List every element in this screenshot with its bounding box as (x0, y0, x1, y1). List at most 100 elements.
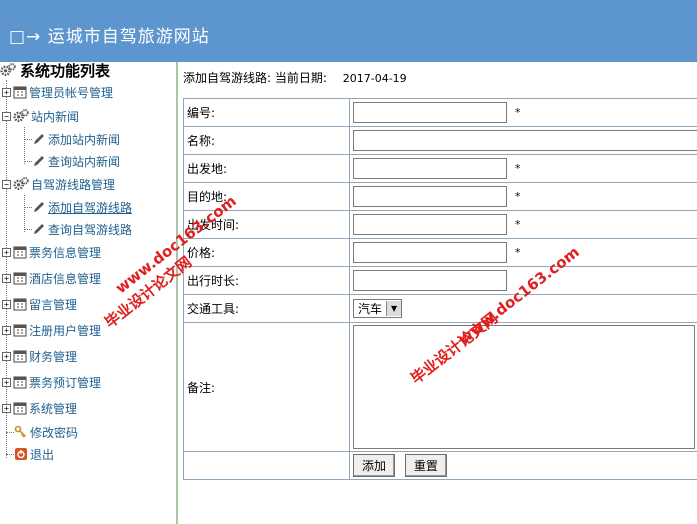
calendar-icon (13, 298, 27, 311)
tree-tick (24, 229, 32, 230)
field-cell: * (349, 238, 697, 267)
field-label: 价格: (183, 238, 350, 267)
power-icon (15, 448, 27, 460)
expand-icon[interactable]: + (2, 351, 11, 361)
expand-icon[interactable]: + (2, 87, 11, 97)
collapse-icon[interactable]: − (2, 111, 11, 121)
form-row-id: 编号: * (183, 98, 697, 127)
menu-label: 票务信息管理 (29, 245, 102, 260)
tree-branch-news (24, 127, 25, 164)
pencil-icon (34, 202, 44, 212)
menu-label: 注册用户管理 (29, 323, 102, 338)
current-date: 2017-04-19 (342, 72, 407, 85)
pencil-icon (34, 134, 44, 144)
menu-users[interactable]: + 注册用户管理 (2, 321, 101, 339)
tree-tick (6, 432, 14, 433)
menu-finance[interactable]: + 财务管理 (2, 347, 77, 365)
menu-label: 票务预订管理 (29, 375, 102, 390)
remark-textarea[interactable] (353, 325, 695, 449)
collapse-icon[interactable]: − (2, 179, 11, 189)
form-row-actions: 添加 重置 (183, 451, 697, 480)
menu-system[interactable]: + 系统管理 (2, 399, 77, 417)
gears-icon (13, 177, 29, 190)
menu-booking[interactable]: + 票务预订管理 (2, 373, 101, 391)
breadcrumb: 添加自驾游线路: 当前日期: 2017-04-19 (183, 69, 407, 86)
form-row-price: 价格: * (183, 238, 697, 267)
expand-icon[interactable]: + (2, 247, 11, 257)
expand-icon[interactable]: + (2, 325, 11, 335)
menu-admin-account[interactable]: + 管理员帐号管理 (2, 83, 113, 101)
menu-label: 酒店信息管理 (29, 271, 102, 286)
breadcrumb-text: 添加自驾游线路: 当前日期: (183, 71, 327, 85)
menu-label: 留言管理 (29, 297, 78, 312)
reset-button[interactable]: 重置 (404, 454, 447, 477)
expand-icon[interactable]: + (2, 377, 11, 387)
tree-tick (6, 454, 14, 455)
menu-route-manage[interactable]: − 自驾游线路管理 (2, 175, 115, 193)
tree-tick (24, 139, 32, 140)
field-label: 编号: (183, 98, 350, 127)
pencil-icon (34, 224, 44, 234)
form-row-remark: 备注: (183, 322, 697, 452)
menu-label: 添加站内新闻 (48, 132, 121, 147)
calendar-icon (13, 402, 27, 415)
tree-tick (24, 207, 32, 208)
empty-cell (183, 451, 350, 480)
menu-hotel-info[interactable]: + 酒店信息管理 (2, 269, 101, 287)
keys-icon (14, 425, 27, 438)
transport-select[interactable]: 汽车 ▼ (353, 299, 403, 318)
menu-label: 查询站内新闻 (48, 154, 121, 169)
form-row-destination: 目的地: * (183, 182, 697, 211)
required-mark: * (515, 106, 521, 119)
origin-input[interactable] (353, 158, 507, 179)
duration-input[interactable] (353, 270, 507, 291)
calendar-icon (13, 272, 27, 285)
calendar-icon (13, 376, 27, 389)
add-button[interactable]: 添加 (353, 454, 396, 477)
route-form: 编号: * 名称: 出发地: * 目的地: * 出发时间: * 价格: * 出行… (183, 98, 697, 480)
expand-icon[interactable]: + (2, 403, 11, 413)
field-cell (349, 126, 697, 155)
field-cell: * (349, 98, 697, 127)
field-cell: * (349, 210, 697, 239)
pencil-icon (34, 156, 44, 166)
form-row-transport: 交通工具: 汽车 ▼ (183, 294, 697, 323)
depart-time-input[interactable] (353, 214, 507, 235)
menu-label: 管理员帐号管理 (29, 85, 114, 100)
tree-tick (24, 161, 32, 162)
gears-icon (13, 109, 29, 122)
field-cell (349, 322, 697, 452)
calendar-icon (13, 86, 27, 99)
menu-query-news[interactable]: 查询站内新闻 (32, 152, 120, 170)
chevron-down-icon[interactable]: ▼ (386, 301, 402, 316)
menu-add-news[interactable]: 添加站内新闻 (32, 130, 120, 148)
sidebar-title: 系统功能列表 (20, 61, 111, 80)
id-input[interactable] (353, 102, 507, 123)
site-title: □→ 运城市自驾旅游网站 (9, 27, 210, 47)
menu-label: 系统管理 (29, 401, 78, 416)
menu-site-news[interactable]: − 站内新闻 (2, 107, 79, 125)
menu-change-password[interactable]: 修改密码 (14, 423, 78, 441)
expand-icon[interactable]: + (2, 299, 11, 309)
field-cell: * (349, 154, 697, 183)
menu-add-route[interactable]: 添加自驾游线路 (32, 198, 132, 216)
price-input[interactable] (353, 242, 507, 263)
form-row-name: 名称: (183, 126, 697, 155)
form-row-origin: 出发地: * (183, 154, 697, 183)
destination-input[interactable] (353, 186, 507, 207)
field-label: 备注: (183, 322, 350, 452)
menu-label: 自驾游线路管理 (31, 177, 116, 192)
required-mark: * (515, 190, 521, 203)
expand-icon[interactable]: + (2, 273, 11, 283)
transport-value: 汽车 (358, 302, 383, 316)
required-mark: * (515, 246, 521, 259)
name-input[interactable] (353, 130, 697, 151)
field-label: 出行时长: (183, 266, 350, 295)
menu-query-route[interactable]: 查询自驾游线路 (32, 220, 132, 238)
menu-message[interactable]: + 留言管理 (2, 295, 77, 313)
required-mark: * (515, 162, 521, 175)
form-row-depart-time: 出发时间: * (183, 210, 697, 239)
menu-ticket-info[interactable]: + 票务信息管理 (2, 243, 101, 261)
menu-logout[interactable]: 退出 (14, 445, 54, 463)
field-label: 交通工具: (183, 294, 350, 323)
